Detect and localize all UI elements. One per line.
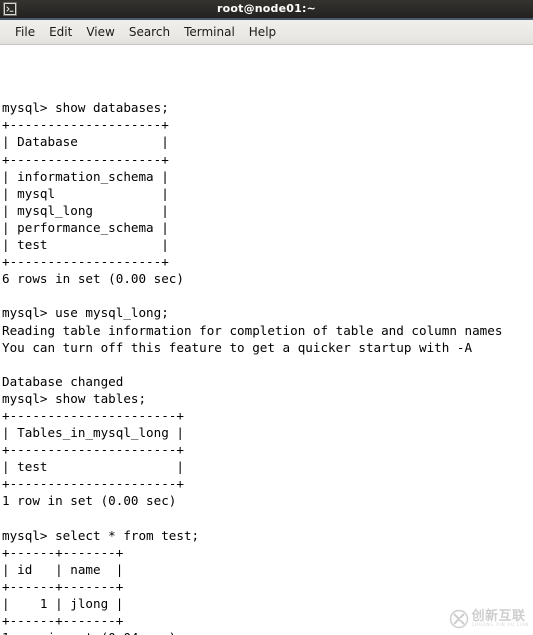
terminal-line: | information_schema | — [2, 168, 169, 184]
title-bar: root@node01:~ — [0, 0, 533, 20]
terminal-line: | Tables_in_mysql_long | — [2, 425, 184, 441]
terminal-line: +----------------------+ — [2, 476, 184, 492]
terminal-output[interactable]: mysql> show databases; +-----------------… — [0, 45, 533, 635]
terminal-line: +--------------------+ — [2, 254, 169, 270]
terminal-line: mysql> use mysql_long; — [2, 305, 169, 321]
terminal-line: 1 row in set (0.00 sec) — [2, 493, 177, 509]
terminal-line: | Database | — [2, 134, 169, 150]
menu-bar: File Edit View Search Terminal Help — [0, 20, 533, 45]
terminal-line: mysql> show databases; — [2, 100, 169, 116]
terminal-line: +--------------------+ — [2, 151, 169, 167]
menu-item-search[interactable]: Search — [122, 23, 177, 41]
terminal-line: mysql> show tables; — [2, 390, 147, 406]
terminal-line: +------+-------+ — [2, 613, 124, 629]
terminal-line: +------+-------+ — [2, 578, 124, 594]
window-title: root@node01:~ — [216, 2, 317, 15]
terminal-line: Reading table information for completion… — [2, 322, 503, 338]
menu-item-view[interactable]: View — [79, 23, 121, 41]
terminal-line: | id | name | — [2, 561, 124, 577]
terminal-line: Database changed — [2, 373, 124, 389]
menu-item-edit[interactable]: Edit — [42, 23, 79, 41]
terminal-line: | mysql | — [2, 185, 169, 201]
terminal-line: | test | — [2, 237, 169, 253]
menu-item-help[interactable]: Help — [242, 23, 283, 41]
terminal-window: root@node01:~ File Edit View Search Term… — [0, 0, 533, 635]
terminal-line: | 1 | jlong | — [2, 596, 124, 611]
terminal-line: | test | — [2, 459, 184, 475]
terminal-line: You can turn off this feature to get a q… — [2, 339, 473, 355]
menu-item-file[interactable]: File — [8, 23, 42, 41]
terminal-line: | mysql_long | — [2, 202, 169, 218]
terminal-line: +----------------------+ — [2, 407, 184, 423]
terminal-line: 1 row in set (0.04 sec) — [2, 629, 533, 635]
terminal-line: 6 rows in set (0.00 sec) — [2, 271, 184, 287]
terminal-line: +----------------------+ — [2, 442, 184, 458]
menu-item-terminal[interactable]: Terminal — [177, 23, 242, 41]
terminal-line: +------+-------+ — [2, 544, 124, 560]
terminal-line: +--------------------+ — [2, 117, 169, 133]
terminal-line: mysql> select * from test; — [2, 527, 200, 543]
terminal-line: | performance_schema | — [2, 219, 169, 235]
